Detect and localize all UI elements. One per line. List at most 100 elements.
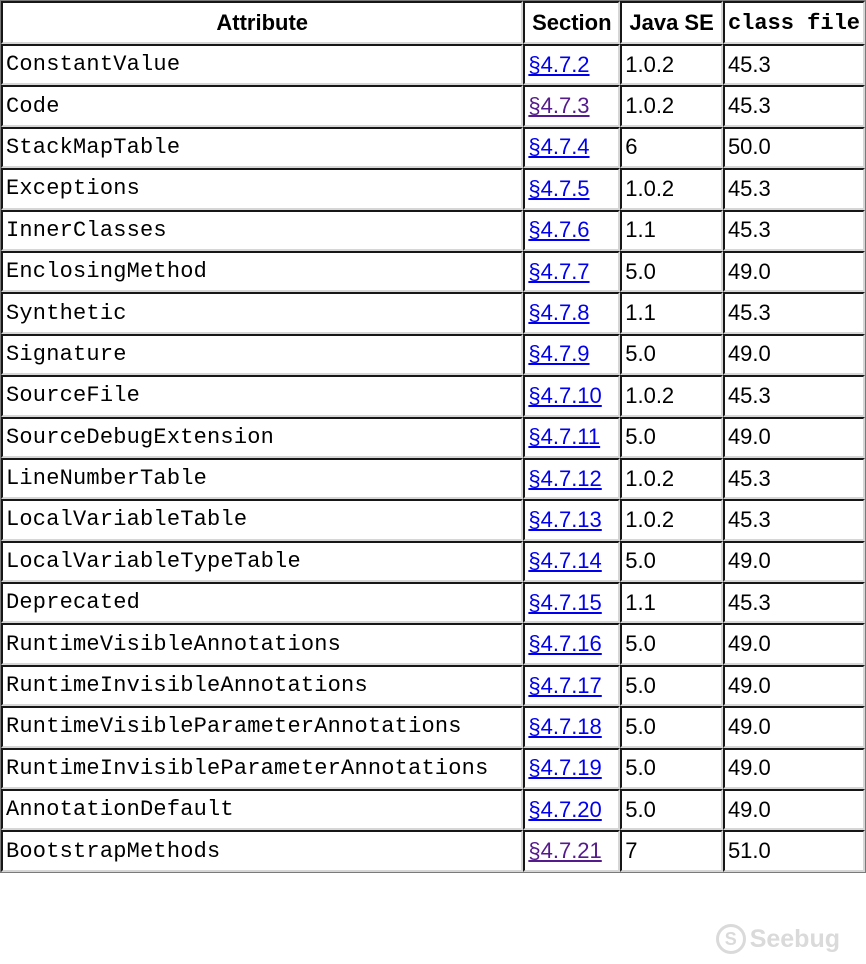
class-file-cell: 49.0 — [722, 416, 865, 458]
attribute-name-cell: Code — [1, 85, 524, 127]
class-file-cell: 45.3 — [722, 375, 865, 417]
attribute-name-cell: Signature — [1, 333, 524, 376]
section-link[interactable]: §4.7.6 — [528, 217, 589, 242]
java-se-cell: 5.0 — [620, 664, 723, 707]
class-file-cell: 45.3 — [722, 44, 865, 86]
section-link[interactable]: §4.7.7 — [528, 259, 589, 284]
java-se-cell: 5.0 — [620, 789, 723, 831]
table-row: LocalVariableTable §4.7.13 1.0.2 45.3 — [1, 499, 865, 541]
java-se-cell: 1.0.2 — [620, 44, 723, 86]
header-java-se: Java SE — [620, 1, 723, 44]
java-se-cell: 5.0 — [620, 706, 723, 748]
java-se-cell: 1.1 — [620, 582, 723, 624]
attributes-table: Attribute Section Java SE class file Con… — [0, 0, 866, 873]
attribute-name-cell: ConstantValue — [1, 44, 524, 86]
attribute-name-cell: InnerClasses — [1, 209, 524, 251]
section-link[interactable]: §4.7.11 — [528, 424, 600, 449]
section-link[interactable]: §4.7.8 — [528, 300, 589, 325]
section-link[interactable]: §4.7.16 — [528, 631, 601, 656]
attribute-name-cell: LocalVariableTypeTable — [1, 540, 524, 583]
section-cell: §4.7.14 — [523, 540, 621, 583]
section-cell: §4.7.3 — [523, 85, 621, 127]
watermark: S Seebug — [715, 924, 840, 954]
attribute-name-cell: SourceFile — [1, 375, 524, 417]
attribute-name-cell: RuntimeVisibleAnnotations — [1, 623, 524, 665]
section-link[interactable]: §4.7.3 — [528, 93, 589, 118]
section-link[interactable]: §4.7.10 — [528, 383, 601, 408]
section-cell: §4.7.20 — [523, 789, 621, 831]
section-cell: §4.7.19 — [523, 747, 621, 790]
attribute-name-cell: EnclosingMethod — [1, 250, 524, 293]
section-cell: §4.7.4 — [523, 126, 621, 169]
java-se-cell: 1.0.2 — [620, 457, 723, 500]
java-se-cell: 7 — [620, 830, 723, 872]
class-file-cell: 45.3 — [722, 85, 865, 127]
class-file-cell: 51.0 — [722, 830, 865, 872]
section-cell: §4.7.17 — [523, 664, 621, 707]
table-row: Code §4.7.3 1.0.2 45.3 — [1, 85, 865, 127]
class-file-cell: 45.3 — [722, 499, 865, 541]
header-section: Section — [523, 1, 621, 44]
attribute-name-cell: RuntimeVisibleParameterAnnotations — [1, 706, 524, 748]
section-link[interactable]: §4.7.2 — [528, 52, 589, 77]
java-se-cell: 5.0 — [620, 250, 723, 293]
java-se-cell: 5.0 — [620, 416, 723, 458]
section-link[interactable]: §4.7.5 — [528, 176, 589, 201]
section-link[interactable]: §4.7.20 — [528, 797, 601, 822]
section-cell: §4.7.9 — [523, 333, 621, 376]
table-row: StackMapTable §4.7.4 6 50.0 — [1, 126, 865, 169]
attribute-name-cell: LineNumberTable — [1, 457, 524, 500]
table-row: LineNumberTable §4.7.12 1.0.2 45.3 — [1, 457, 865, 500]
section-link[interactable]: §4.7.13 — [528, 507, 601, 532]
section-link[interactable]: §4.7.15 — [528, 590, 601, 615]
java-se-cell: 5.0 — [620, 623, 723, 665]
seebug-logo-icon: S — [715, 924, 746, 954]
section-cell: §4.7.8 — [523, 292, 621, 334]
java-se-cell: 5.0 — [620, 333, 723, 376]
section-link[interactable]: §4.7.21 — [528, 838, 601, 863]
class-file-cell: 45.3 — [722, 292, 865, 334]
attribute-name-cell: AnnotationDefault — [1, 789, 524, 831]
section-cell: §4.7.13 — [523, 499, 621, 541]
table-row: EnclosingMethod §4.7.7 5.0 49.0 — [1, 250, 865, 293]
java-se-cell: 5.0 — [620, 540, 723, 583]
table-row: SourceDebugExtension §4.7.11 5.0 49.0 — [1, 416, 865, 458]
table-row: InnerClasses §4.7.6 1.1 45.3 — [1, 209, 865, 251]
section-cell: §4.7.11 — [523, 416, 621, 458]
java-se-cell: 1.0.2 — [620, 85, 723, 127]
section-cell: §4.7.16 — [523, 623, 621, 665]
attribute-name-cell: RuntimeInvisibleParameterAnnotations — [1, 747, 524, 790]
class-file-cell: 50.0 — [722, 126, 865, 169]
table-row: BootstrapMethods §4.7.21 7 51.0 — [1, 830, 865, 872]
section-link[interactable]: §4.7.9 — [528, 341, 589, 366]
section-link[interactable]: §4.7.14 — [528, 548, 601, 573]
attribute-name-cell: Exceptions — [1, 168, 524, 210]
section-link[interactable]: §4.7.19 — [528, 755, 601, 780]
attribute-name-cell: RuntimeInvisibleAnnotations — [1, 664, 524, 707]
attribute-name-cell: Synthetic — [1, 292, 524, 334]
class-file-cell: 49.0 — [722, 789, 865, 831]
class-file-cell: 49.0 — [722, 747, 865, 790]
java-se-cell: 1.0.2 — [620, 375, 723, 417]
class-file-cell: 45.3 — [722, 582, 865, 624]
section-link[interactable]: §4.7.18 — [528, 714, 601, 739]
table-row: RuntimeInvisibleParameterAnnotations §4.7… — [1, 747, 865, 790]
class-file-cell: 49.0 — [722, 540, 865, 583]
attribute-name-cell: BootstrapMethods — [1, 830, 524, 872]
watermark-text: Seebug — [749, 924, 840, 953]
attribute-name-cell: LocalVariableTable — [1, 499, 524, 541]
table-header-row: Attribute Section Java SE class file — [1, 1, 865, 44]
section-cell: §4.7.21 — [523, 830, 621, 872]
table-row: LocalVariableTypeTable §4.7.14 5.0 49.0 — [1, 540, 865, 583]
page: Attribute Section Java SE class file Con… — [0, 0, 866, 964]
table-row: Signature §4.7.9 5.0 49.0 — [1, 333, 865, 376]
section-cell: §4.7.2 — [523, 44, 621, 86]
table-row: Exceptions §4.7.5 1.0.2 45.3 — [1, 168, 865, 210]
table-row: RuntimeVisibleAnnotations §4.7.16 5.0 49.0 — [1, 623, 865, 665]
section-link[interactable]: §4.7.4 — [528, 134, 589, 159]
header-class-file: class file — [722, 1, 865, 44]
section-link[interactable]: §4.7.12 — [528, 466, 601, 491]
section-cell: §4.7.7 — [523, 250, 621, 293]
table-row: Synthetic §4.7.8 1.1 45.3 — [1, 292, 865, 334]
section-link[interactable]: §4.7.17 — [528, 673, 601, 698]
